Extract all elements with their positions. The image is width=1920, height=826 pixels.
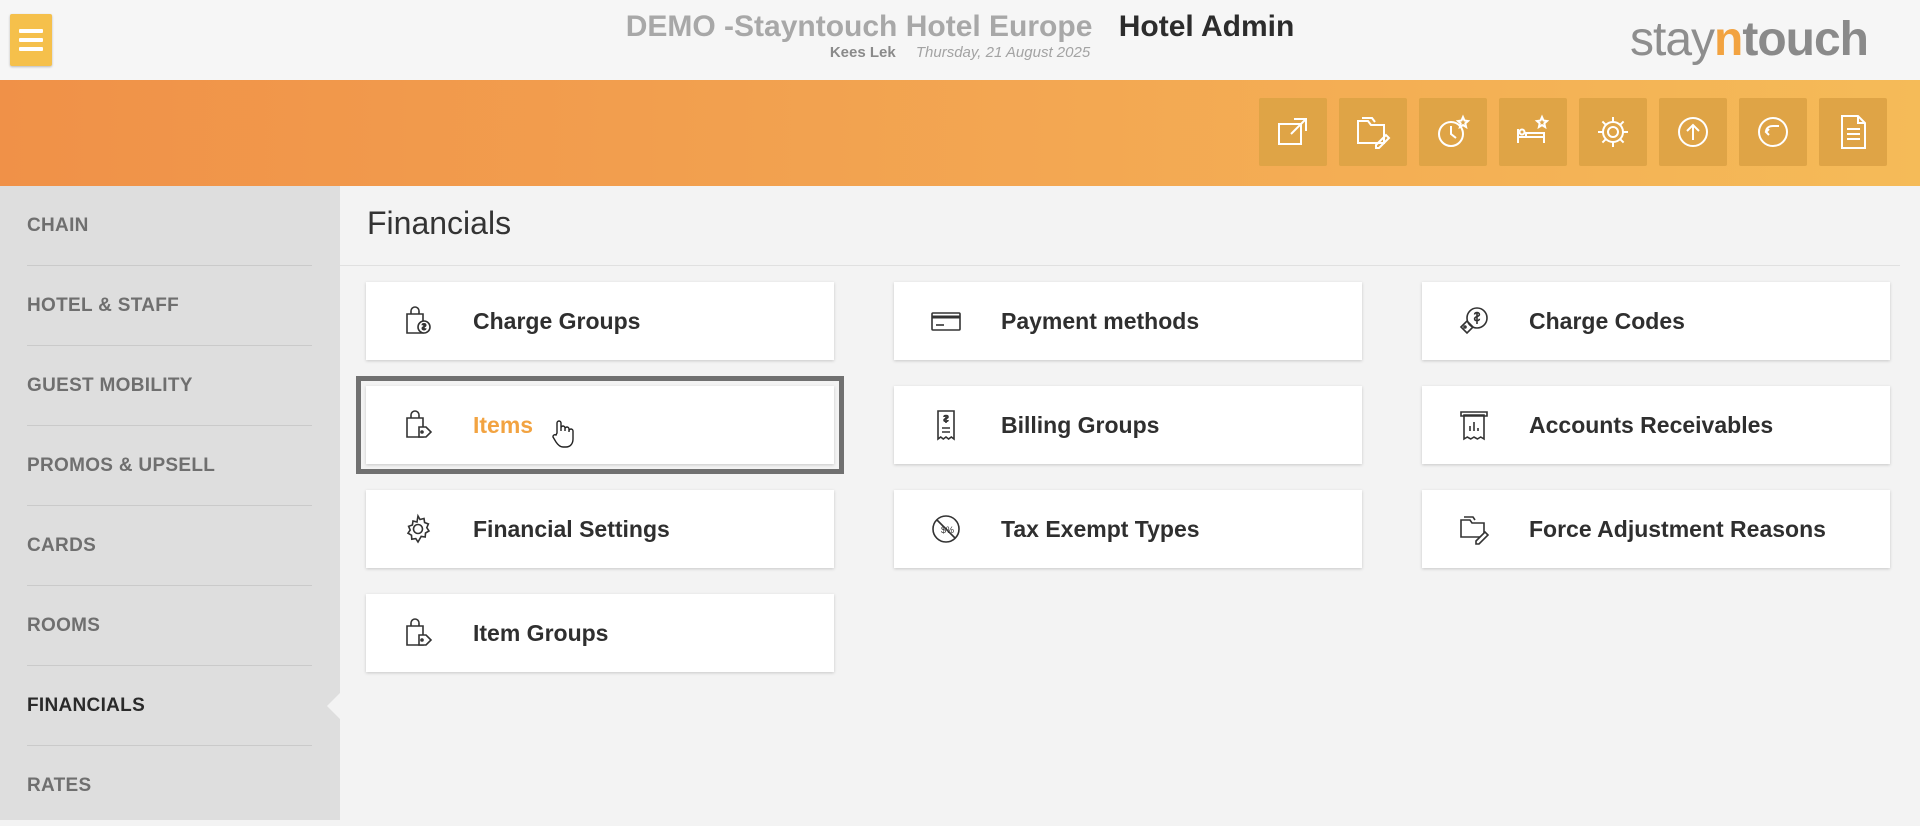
bed-star-icon: [1517, 114, 1550, 143]
sidebar-item-chain[interactable]: CHAIN: [0, 186, 312, 266]
tile-label: Force Adjustment Reasons: [1529, 515, 1826, 542]
tile-tax-exempt-types[interactable]: $% Tax Exempt Types: [894, 490, 1362, 568]
rewind-button[interactable]: [1739, 98, 1807, 166]
tile-label: Financial Settings: [473, 515, 670, 542]
quick-actions-bar: [0, 80, 1920, 186]
sidebar-item-cards[interactable]: CARDS: [0, 506, 312, 586]
tile-charge-codes[interactable]: Charge Codes: [1422, 282, 1890, 360]
tile-label: Accounts Receivables: [1529, 411, 1774, 438]
dollar-tag-icon: [1459, 307, 1488, 335]
user-name: Kees Lek: [829, 44, 896, 61]
external-link-button[interactable]: [1259, 98, 1327, 166]
current-date: Thursday, 21 August 2025: [915, 44, 1091, 61]
divider: [340, 265, 1900, 266]
receipt-chart-icon: [1460, 411, 1488, 441]
folder-edit-icon: [1357, 117, 1391, 149]
svg-text:$%: $%: [941, 525, 954, 535]
sidebar-item-hotel-staff[interactable]: HOTEL & STAFF: [0, 266, 312, 346]
sidebar-item-rooms[interactable]: ROOMS: [0, 586, 312, 666]
rewind-circle-icon: [1758, 117, 1788, 147]
top-bar: DEMO -Stayntouch Hotel Europe Hotel Admi…: [0, 0, 1920, 80]
tile-force-adjustment-reasons[interactable]: Force Adjustment Reasons: [1422, 490, 1890, 568]
sidebar-item-rates[interactable]: RATES: [0, 746, 312, 826]
external-link-icon: [1278, 118, 1307, 145]
document-button[interactable]: [1819, 98, 1887, 166]
shopping-bag-dollar-icon: [406, 306, 431, 334]
section-title: Hotel Admin: [1118, 10, 1295, 43]
settings-button[interactable]: [1579, 98, 1647, 166]
gear-icon: [1598, 117, 1628, 147]
tile-item-groups[interactable]: Item Groups: [366, 594, 834, 672]
tile-label: Charge Groups: [473, 307, 641, 334]
active-indicator-arrow: [327, 692, 341, 720]
tile-billing-groups[interactable]: Billing Groups: [894, 386, 1362, 464]
shopping-bag-tag-icon: [406, 618, 433, 646]
sidebar-item-promos-upsell[interactable]: PROMOS & UPSELL: [0, 426, 312, 506]
tile-payment-methods[interactable]: Payment methods: [894, 282, 1362, 360]
tile-accounts-receivables[interactable]: Accounts Receivables: [1422, 386, 1890, 464]
tile-label: Item Groups: [473, 619, 609, 646]
tile-label: Charge Codes: [1529, 307, 1685, 334]
shopping-bag-tag-icon: [406, 410, 433, 438]
bed-star-button[interactable]: [1499, 98, 1567, 166]
receipt-dollar-icon: [937, 410, 955, 441]
clock-star-button[interactable]: [1419, 98, 1487, 166]
tile-label: Items: [473, 411, 534, 438]
upload-circle-icon: [1678, 117, 1708, 147]
sidebar-item-guest-mobility[interactable]: GUEST MOBILITY: [0, 346, 312, 426]
hotel-name: DEMO -Stayntouch Hotel Europe: [625, 10, 1093, 43]
folder-edit-button[interactable]: [1339, 98, 1407, 166]
tile-charge-groups[interactable]: Charge Groups: [366, 282, 834, 360]
tile-label: Payment methods: [1001, 307, 1200, 334]
tile-financial-settings[interactable]: Financial Settings: [366, 490, 834, 568]
sidebar: CHAIN HOTEL & STAFF GUEST MOBILITY PROMO…: [0, 186, 341, 820]
document-icon: [1841, 115, 1866, 149]
tile-label: Billing Groups: [1001, 411, 1160, 438]
sidebar-item-financials[interactable]: FINANCIALS: [0, 666, 312, 746]
page-title: Financials: [367, 205, 512, 241]
gear-icon: [406, 513, 431, 544]
tile-label: Tax Exempt Types: [1001, 515, 1200, 542]
stayntouch-logo[interactable]: stayntouch: [1630, 12, 1869, 67]
hand-cursor-icon: [552, 420, 574, 448]
no-tax-icon: $%: [932, 515, 960, 543]
clock-star-icon: [1438, 114, 1471, 147]
credit-card-icon: [931, 312, 961, 331]
folder-edit-icon: [1460, 516, 1490, 545]
upload-button[interactable]: [1659, 98, 1727, 166]
tile-items[interactable]: Items: [356, 376, 844, 474]
